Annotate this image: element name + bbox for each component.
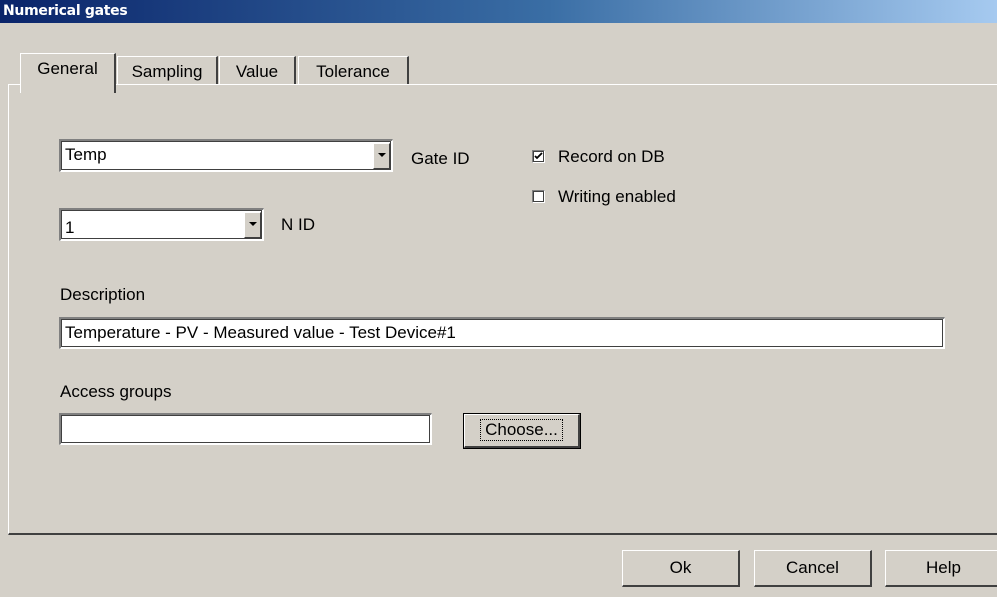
cancel-button[interactable]: Cancel <box>754 550 872 587</box>
gate-id-value: Temp <box>65 145 107 164</box>
checkmark-icon <box>534 152 543 160</box>
gate-id-chevron-down-icon[interactable] <box>373 143 390 169</box>
record-on-db-checkbox[interactable] <box>532 150 545 163</box>
ok-button[interactable]: Ok <box>622 550 740 587</box>
access-groups-field[interactable] <box>59 413 432 445</box>
tab-general[interactable]: General <box>20 53 116 93</box>
access-groups-label: Access groups <box>60 382 172 401</box>
n-id-value: 1 <box>65 218 75 237</box>
tab-value-label: Value <box>235 62 279 81</box>
description-label: Description <box>60 285 146 304</box>
window-title: Numerical gates <box>3 3 128 19</box>
choose-button[interactable]: Choose... <box>463 413 581 449</box>
description-field[interactable]: Temperature - PV - Measured value - Test… <box>59 317 945 349</box>
help-button-label: Help <box>926 558 961 577</box>
writing-enabled-checkbox[interactable] <box>532 190 545 203</box>
description-value: Temperature - PV - Measured value - Test… <box>65 323 456 342</box>
n-id-label: N ID <box>281 215 315 234</box>
record-on-db-label[interactable]: Record on DB <box>558 147 665 167</box>
choose-button-label: Choose... <box>480 419 563 441</box>
tab-general-label: General <box>37 59 98 78</box>
tab-tolerance-label: Tolerance <box>316 62 390 81</box>
cancel-button-label: Cancel <box>786 558 839 577</box>
n-id-chevron-down-icon[interactable] <box>244 212 261 238</box>
ok-button-label: Ok <box>669 558 692 577</box>
gate-id-label: Gate ID <box>411 149 470 168</box>
title-bar[interactable]: Numerical gates <box>0 0 997 23</box>
tab-sampling-label: Sampling <box>131 62 203 81</box>
n-id-dropdown[interactable]: 1 <box>59 208 264 241</box>
gate-id-dropdown[interactable]: Temp <box>59 139 393 172</box>
writing-enabled-label[interactable]: Writing enabled <box>558 187 676 207</box>
help-button[interactable]: Help <box>885 550 997 587</box>
